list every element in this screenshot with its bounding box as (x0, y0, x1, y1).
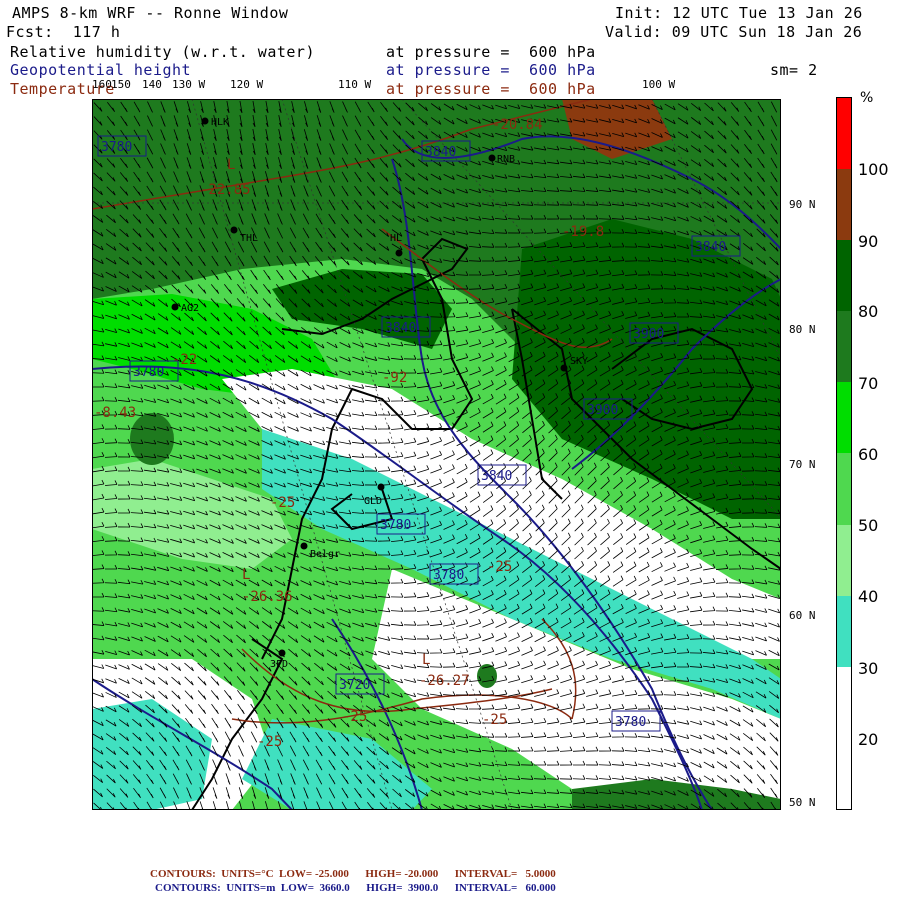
svg-text:3780: 3780 (380, 518, 411, 533)
colorbar-bin-5 (837, 453, 851, 525)
temp-label-7: -25 (270, 495, 295, 511)
colorbar-label-100: 100 (858, 160, 889, 179)
svg-text:3FD: 3FD (270, 659, 288, 670)
svg-text:GLD: GLD (364, 496, 382, 507)
colorbar-label-20: 20 (858, 730, 879, 749)
svg-text:3780: 3780 (615, 715, 646, 730)
map-title: AMPS 8-km WRF -- Ronne Window (12, 4, 289, 22)
svg-text:3780: 3780 (133, 365, 164, 380)
lat-label-70n: 70 N (789, 458, 816, 471)
temp-label-4: -8.43 (94, 405, 136, 421)
lon-label-150: 150 (111, 78, 131, 91)
colorbar-label-90: 90 (858, 232, 879, 251)
field-rh-label: Relative humidity (w.r.t. water) (10, 43, 315, 61)
lat-label-50n: 50 N (789, 796, 816, 809)
temp-label-9: -25 (482, 712, 507, 728)
low-marker-2: L (242, 567, 250, 583)
svg-text:3900: 3900 (587, 403, 618, 418)
colorbar-label-50: 50 (858, 516, 879, 535)
lat-label-60n: 60 N (789, 609, 816, 622)
svg-text:RNB: RNB (497, 154, 515, 165)
temp-label-10: -25 (342, 709, 367, 725)
temp-label-13: -92 (382, 370, 407, 386)
lon-label-160: 160 (92, 78, 112, 91)
svg-text:3780: 3780 (433, 568, 464, 583)
colorbar (836, 97, 852, 810)
svg-text:3840: 3840 (385, 321, 416, 336)
lon-label-140: 140 (142, 78, 162, 91)
valid-time: Valid: 09 UTC Sun 18 Jan 26 (605, 23, 863, 41)
svg-text:3720: 3720 (339, 678, 370, 693)
svg-text:HL: HL (390, 233, 402, 244)
temp-label-2: -22.85 (200, 182, 251, 198)
forecast-hour: Fcst: 117 h (6, 23, 121, 41)
colorbar-label-30: 30 (858, 659, 879, 678)
lon-label-100w: 100 W (642, 78, 676, 91)
svg-text:3900: 3900 (633, 327, 664, 342)
colorbar-bin-0 (837, 98, 851, 170)
init-time: Init: 12 UTC Tue 13 Jan 26 (615, 4, 863, 22)
temp-label-6: -26.27 (419, 673, 470, 689)
temp-label-11: -25 (257, 734, 282, 750)
svg-text:3840: 3840 (425, 145, 456, 160)
temp-contour-info: CONTOURS: UNITS=°C LOW= -25.000 HIGH= -2… (150, 868, 556, 880)
colorbar-unit: % (860, 90, 874, 106)
colorbar-bin-2 (837, 240, 851, 312)
field-height-label: Geopotential height (10, 61, 192, 79)
map-figure: AMPS 8-km WRF -- Ronne Window Fcst: 117 … (0, 0, 900, 900)
colorbar-bin-6 (837, 524, 851, 596)
svg-text:Belgr: Belgr (310, 549, 340, 560)
svg-text:HLK: HLK (211, 117, 229, 128)
height-contour-info: CONTOURS: UNITS=m LOW= 3660.0 HIGH= 3900… (155, 882, 556, 894)
colorbar-bin-8 (837, 666, 851, 738)
temp-label-5: -26.36 (242, 589, 293, 605)
smoothing-label: sm= 2 (770, 61, 818, 79)
temp-label-1: -20.84 (492, 117, 543, 133)
colorbar-bin-4 (837, 382, 851, 454)
svg-text:3840: 3840 (481, 469, 512, 484)
colorbar-bin-9 (837, 737, 851, 809)
colorbar-bin-7 (837, 595, 851, 667)
low-marker-1: L (227, 157, 235, 173)
colorbar-label-60: 60 (858, 445, 879, 464)
lon-label-130w: 130 W (172, 78, 206, 91)
temp-label-3: -19.8 (562, 224, 604, 240)
pressure-level-3: at pressure = 600 hPa (386, 80, 596, 98)
pressure-level-1: at pressure = 600 hPa (386, 43, 596, 61)
svg-text:THL: THL (240, 233, 258, 244)
lat-label-90n: 90 N (789, 198, 816, 211)
svg-text:3780: 3780 (101, 140, 132, 155)
low-marker-3: L (422, 652, 430, 668)
lon-label-110w: 110 W (338, 78, 372, 91)
map-plot: HLK RNB THL HL AG2 SKY GLD Belgr 3FD 378… (92, 99, 781, 810)
lon-label-120w: 120 W (230, 78, 264, 91)
svg-text:AG2: AG2 (181, 303, 199, 314)
colorbar-label-70: 70 (858, 374, 879, 393)
lat-label-80n: 80 N (789, 323, 816, 336)
svg-text:3840: 3840 (695, 240, 726, 255)
svg-text:SKY: SKY (570, 356, 588, 367)
colorbar-bin-1 (837, 169, 851, 241)
pressure-level-2: at pressure = 600 hPa (386, 61, 596, 79)
colorbar-label-40: 40 (858, 587, 879, 606)
temp-label-8: -25 (487, 559, 512, 575)
colorbar-label-80: 80 (858, 302, 879, 321)
temp-label-12: -22 (172, 352, 197, 368)
colorbar-bin-3 (837, 311, 851, 383)
